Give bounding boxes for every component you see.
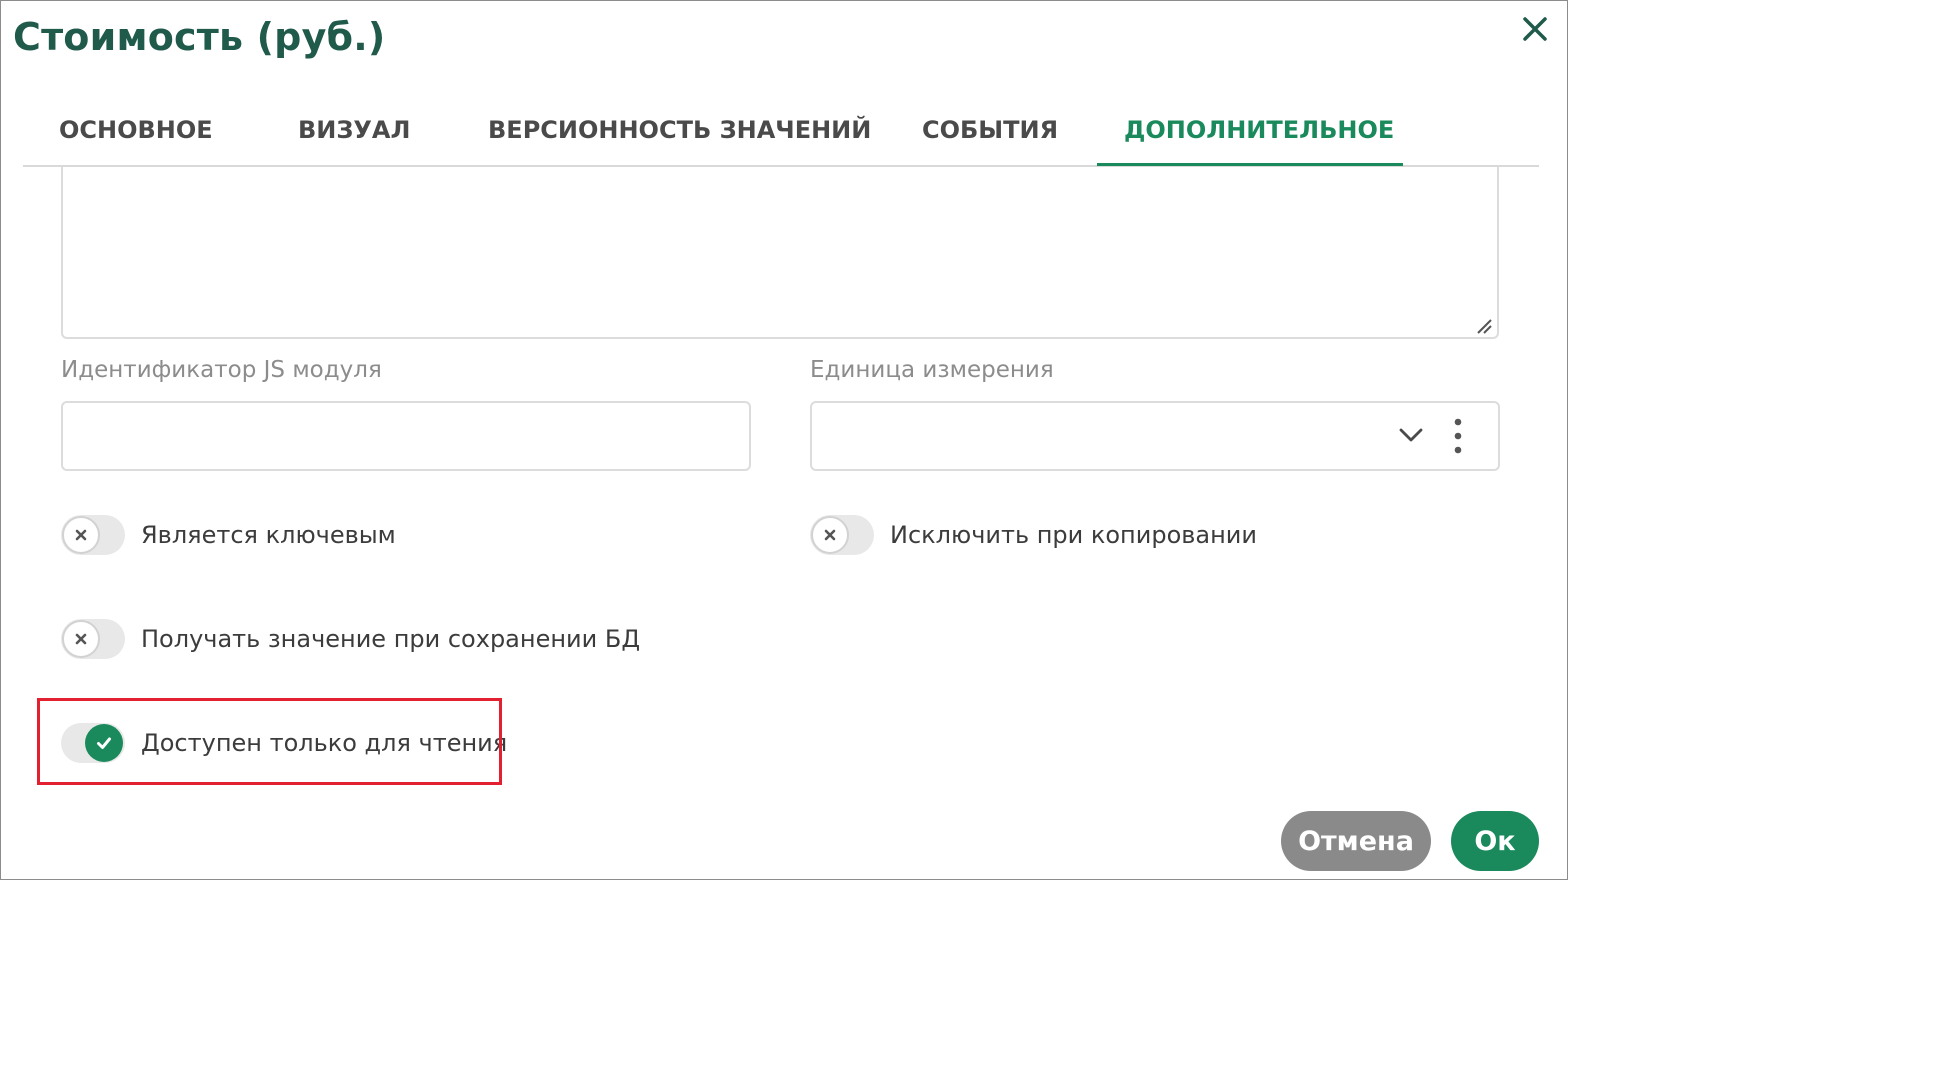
tab-visual[interactable]: ВИЗУАЛ xyxy=(298,101,410,165)
highlight-annotation xyxy=(37,698,502,785)
resize-handle-icon[interactable] xyxy=(1475,317,1493,335)
tab-bar: ОСНОВНОЕ ВИЗУАЛ ВЕРСИОННОСТЬ ЗНАЧЕНИЙ СО… xyxy=(23,101,1539,167)
toggle-exclude-on-copy[interactable] xyxy=(810,515,874,555)
toggle-knob xyxy=(62,620,100,658)
toggle-knob xyxy=(62,516,100,554)
dialog-title: Стоимость (руб.) xyxy=(13,15,386,59)
toggle-label-exclude-on-copy: Исключить при копировании xyxy=(890,521,1257,549)
cross-icon xyxy=(824,529,836,541)
more-vertical-icon[interactable] xyxy=(1450,417,1466,455)
js-module-input[interactable] xyxy=(61,401,751,471)
cross-icon xyxy=(75,529,87,541)
cancel-button[interactable]: Отмена xyxy=(1281,811,1431,871)
unit-label: Единица измерения xyxy=(810,357,1054,383)
tab-additional[interactable]: ДОПОЛНИТЕЛЬНОЕ xyxy=(1124,101,1394,165)
unit-select[interactable] xyxy=(810,401,1500,471)
dialog: Стоимость (руб.) ОСНОВНОЕ ВИЗУАЛ ВЕРСИОН… xyxy=(0,0,1568,880)
js-module-label: Идентификатор JS модуля xyxy=(61,357,382,383)
toggle-row-key: Является ключевым xyxy=(61,513,396,557)
toggle-row-db-value: Получать значение при сохранении БД xyxy=(61,617,640,661)
toggle-label-get-value-on-db-save: Получать значение при сохранении БД xyxy=(141,625,641,653)
toggle-get-value-on-db-save[interactable] xyxy=(61,619,125,659)
ok-button[interactable]: Ок xyxy=(1451,811,1539,871)
toggle-is-key[interactable] xyxy=(61,515,125,555)
toggle-label-is-key: Является ключевым xyxy=(141,521,396,549)
toggle-knob xyxy=(811,516,849,554)
toggle-row-exclude-copy: Исключить при копировании xyxy=(810,513,1257,557)
close-button[interactable] xyxy=(1517,11,1553,47)
chevron-down-icon[interactable] xyxy=(1398,425,1424,445)
tab-events[interactable]: СОБЫТИЯ xyxy=(922,101,1058,165)
close-icon xyxy=(1523,17,1547,41)
cross-icon xyxy=(75,633,87,645)
description-textarea[interactable] xyxy=(61,167,1499,339)
active-tab-indicator xyxy=(1097,163,1403,166)
tab-main[interactable]: ОСНОВНОЕ xyxy=(59,101,213,165)
tab-value-versioning[interactable]: ВЕРСИОННОСТЬ ЗНАЧЕНИЙ xyxy=(488,101,871,165)
